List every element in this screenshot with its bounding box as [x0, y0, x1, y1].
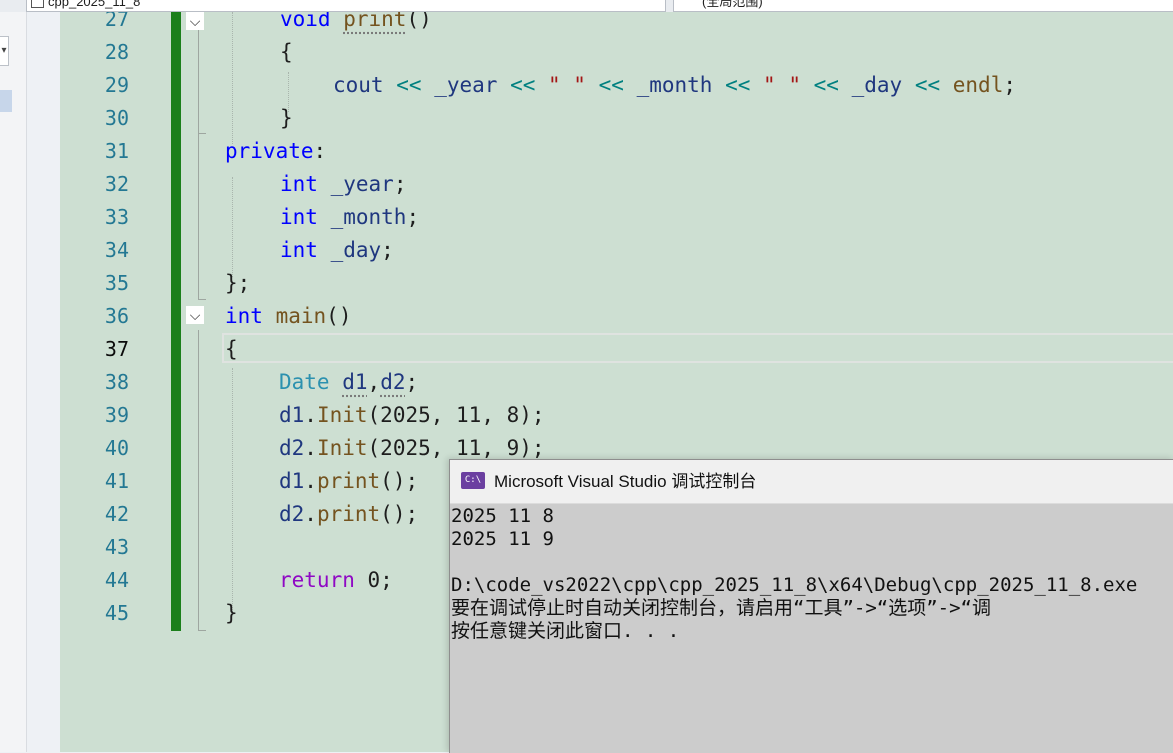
line-number: 40 [104, 436, 129, 460]
code-line: 27 void print() [60, 12, 1173, 36]
code-text: cout << _year << " " << _month << " " <<… [333, 73, 1016, 97]
outline-guide-end [198, 630, 206, 631]
code-text: void print() [280, 12, 432, 31]
line-number: 43 [104, 535, 129, 559]
line-number: 36 [104, 304, 129, 328]
console-output[interactable]: 2025 11 8 2025 11 9 D:\code_vs2022\cpp\c… [450, 505, 1173, 753]
project-combo-label: cpp_2025_11_8 [48, 0, 141, 9]
console-title-bar[interactable]: C:\ Microsoft Visual Studio 调试控制台 [450, 460, 1173, 504]
line-number: 32 [104, 172, 129, 196]
debug-console-window[interactable]: C:\ Microsoft Visual Studio 调试控制台 2025 1… [449, 459, 1173, 753]
project-combo[interactable]: cpp_2025_11_8 [26, 0, 666, 12]
line-number: 38 [104, 370, 129, 394]
code-line: 35 }; [60, 267, 1173, 300]
code-line-current: 37 { [60, 333, 1173, 366]
line-number: 44 [104, 568, 129, 592]
code-line: 31 private: [60, 135, 1173, 168]
line-number: 41 [104, 469, 129, 493]
code-text: d1.Init(2025, 11, 8); [279, 403, 545, 427]
code-line: 36 int main() [60, 300, 1173, 333]
selected-item-marker [0, 90, 12, 112]
side-panel-edge: ▾ [0, 12, 27, 752]
line-number: 30 [104, 106, 129, 130]
code-text: { [225, 337, 238, 361]
line-number: 31 [104, 139, 129, 163]
console-title: Microsoft Visual Studio 调试控制台 [494, 472, 757, 491]
line-number: 39 [104, 403, 129, 427]
code-text: Date d1,d2; [279, 370, 419, 394]
line-number: 29 [104, 73, 129, 97]
line-number: 28 [104, 40, 129, 64]
line-number: 42 [104, 502, 129, 526]
line-number: 45 [104, 601, 129, 625]
code-line: 28 { [60, 36, 1173, 69]
line-number: 27 [104, 12, 129, 31]
code-text: d2.print(); [279, 502, 419, 526]
file-icon [31, 0, 44, 9]
code-text: } [280, 106, 293, 130]
code-text: private: [225, 139, 327, 163]
code-line: 38 Date d1,d2; [60, 366, 1173, 399]
code-line: 34 int _day; [60, 234, 1173, 267]
navigation-bar: cpp_2025_11_8 (全局范围) [0, 0, 1173, 12]
scope-combo-label: (全局范围) [702, 0, 763, 9]
console-line: 2025 11 9 [451, 528, 554, 550]
code-text: int _month; [280, 205, 420, 229]
console-line: 按任意键关闭此窗口. . . [451, 620, 680, 642]
code-text: }; [225, 271, 251, 295]
code-line: 33 int _month; [60, 201, 1173, 234]
code-line: 32 int _year; [60, 168, 1173, 201]
scope-combo[interactable]: (全局范围) [673, 0, 1173, 12]
console-line: 2025 11 8 [451, 505, 554, 527]
code-text: return 0; [279, 568, 393, 592]
line-number: 33 [104, 205, 129, 229]
dropdown-arrow-icon[interactable]: ▾ [0, 36, 9, 66]
code-text: } [225, 601, 238, 625]
code-text: { [280, 40, 293, 64]
console-line: 要在调试停止时自动关闭控制台，请启用“工具”->“选项”->“调 [451, 597, 991, 619]
code-line: 30 } [60, 102, 1173, 135]
console-line: D:\code_vs2022\cpp\cpp_2025_11_8\x64\Deb… [451, 574, 1138, 596]
code-line: 29 cout << _year << " " << _month << " "… [60, 69, 1173, 102]
code-text: int _day; [280, 238, 394, 262]
code-text: d1.print(); [279, 469, 419, 493]
line-number: 34 [104, 238, 129, 262]
line-number: 35 [104, 271, 129, 295]
code-text: int _year; [280, 172, 407, 196]
code-text: int main() [225, 304, 352, 328]
console-app-icon: C:\ [461, 472, 485, 489]
code-line: 39 d1.Init(2025, 11, 8); [60, 399, 1173, 432]
line-number: 37 [104, 337, 129, 361]
